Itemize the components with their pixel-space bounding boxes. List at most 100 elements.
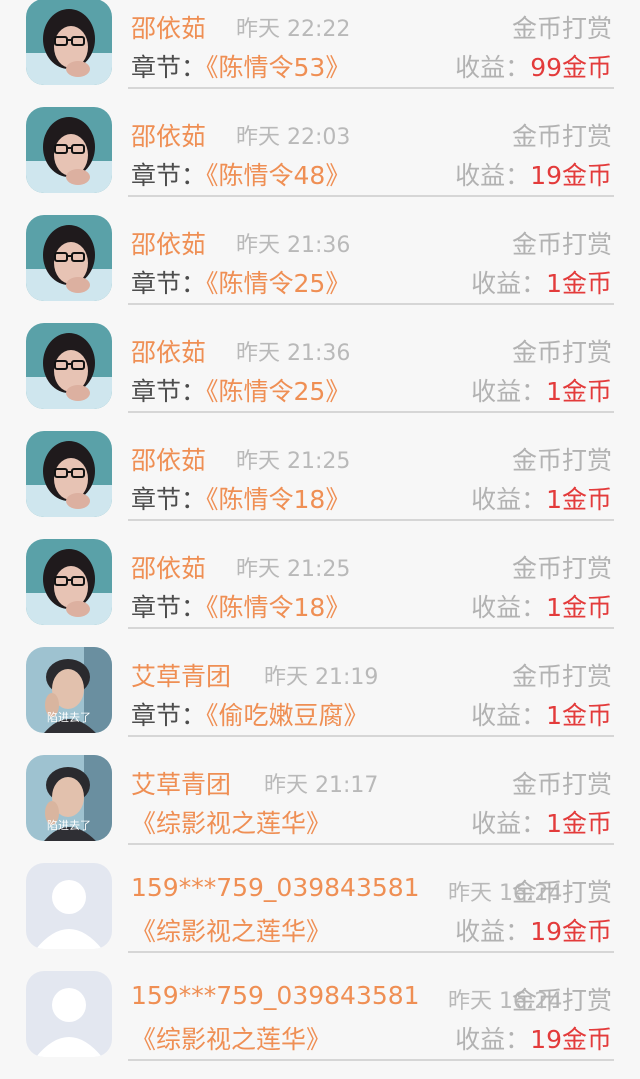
chapter-line: 章节：《陈情令48》 xyxy=(131,156,350,192)
chapter-line: 《综影视之莲华》 xyxy=(131,1020,331,1056)
sender-name: 艾草青团 xyxy=(131,770,232,799)
sender-name: 邵依茹 xyxy=(131,14,207,43)
sender-name: 159***759_039843581 xyxy=(131,873,420,902)
list-item[interactable]: 邵依茹 昨天 21:36 金币打赏 章节：《陈情令25》 收益：1金币 xyxy=(0,323,640,431)
earnings-label: 收益： xyxy=(455,161,531,190)
chapter-line: 章节：《陈情令18》 xyxy=(131,588,350,624)
avatar[interactable] xyxy=(26,431,112,517)
chapter-title[interactable]: 《陈情令48》 xyxy=(206,161,350,190)
earnings-label: 收益： xyxy=(455,917,531,946)
list-item[interactable]: 邵依茹 昨天 21:36 金币打赏 章节：《陈情令25》 收益：1金币 xyxy=(0,215,640,323)
chapter-line: 章节：《偷吃嫩豆腐》 xyxy=(131,696,369,732)
list-item[interactable]: 159***759_039843581 昨天 16:24 金币打赏 《综影视之莲… xyxy=(0,863,640,971)
sender-name: 邵依茹 xyxy=(131,446,207,475)
earnings-value: 1金币 xyxy=(546,809,612,838)
chapter-title[interactable]: 《偷吃嫩豆腐》 xyxy=(206,701,369,730)
avatar[interactable] xyxy=(26,863,112,949)
list-item[interactable]: 陷进去了 艾草青团 昨天 21:19 金币打赏 章节：《偷吃嫩豆腐》 收益：1金… xyxy=(0,647,640,755)
earnings-label: 收益： xyxy=(471,269,547,298)
divider xyxy=(128,843,614,845)
avatar[interactable] xyxy=(26,107,112,193)
reward-type: 金币打赏 xyxy=(511,554,612,583)
chapter-line: 《综影视之莲华》 xyxy=(131,804,331,840)
avatar-caption: 陷进去了 xyxy=(47,819,91,832)
earnings-value: 99金币 xyxy=(530,53,612,82)
avatar[interactable] xyxy=(26,971,112,1057)
reward-type: 金币打赏 xyxy=(511,446,612,475)
list-item[interactable]: 邵依茹 昨天 21:25 金币打赏 章节：《陈情令18》 收益：1金币 xyxy=(0,539,640,647)
chapter-line: 《综影视之莲华》 xyxy=(131,912,331,948)
earnings: 收益：1金币 xyxy=(471,588,612,624)
chapter-title[interactable]: 《陈情令53》 xyxy=(206,53,350,82)
timestamp: 昨天 21:36 xyxy=(236,233,351,258)
divider xyxy=(128,627,614,629)
sender-name: 邵依茹 xyxy=(131,554,207,583)
sender-name: 159***759_039843581 xyxy=(131,981,420,1010)
list-item[interactable]: 邵依茹 昨天 21:25 金币打赏 章节：《陈情令18》 收益：1金币 xyxy=(0,431,640,539)
reward-type: 金币打赏 xyxy=(511,770,612,799)
earnings-label: 收益： xyxy=(471,593,547,622)
earnings: 收益：1金币 xyxy=(471,804,612,840)
chapter-label: 章节： xyxy=(131,701,207,730)
reward-type: 金币打赏 xyxy=(511,122,612,151)
divider xyxy=(128,519,614,521)
chapter-title[interactable]: 《陈情令18》 xyxy=(206,593,350,622)
earnings-value: 19金币 xyxy=(530,917,612,946)
list-item[interactable]: 邵依茹 昨天 22:03 金币打赏 章节：《陈情令48》 收益：19金币 xyxy=(0,107,640,215)
chapter-title[interactable]: 《陈情令25》 xyxy=(206,269,350,298)
chapter-line: 章节：《陈情令25》 xyxy=(131,264,350,300)
earnings: 收益：1金币 xyxy=(471,372,612,408)
earnings: 收益：1金币 xyxy=(471,264,612,300)
sender-name: 邵依茹 xyxy=(131,338,207,367)
list-item[interactable]: 邵依茹 昨天 22:22 金币打赏 章节：《陈情令53》 收益：99金币 xyxy=(0,0,640,107)
divider xyxy=(128,411,614,413)
avatar[interactable] xyxy=(26,215,112,301)
earnings-label: 收益： xyxy=(455,1025,531,1054)
timestamp: 昨天 21:25 xyxy=(236,449,351,474)
reward-type: 金币打赏 xyxy=(511,230,612,259)
chapter-title[interactable]: 《陈情令25》 xyxy=(206,377,350,406)
earnings-value: 1金币 xyxy=(546,701,612,730)
chapter-line: 章节：《陈情令18》 xyxy=(131,480,350,516)
earnings-value: 1金币 xyxy=(546,485,612,514)
earnings: 收益：1金币 xyxy=(471,696,612,732)
timestamp: 昨天 22:22 xyxy=(236,17,351,42)
list-item[interactable]: 陷进去了 艾草青团 昨天 21:17 金币打赏 《综影视之莲华》 收益：1金币 xyxy=(0,755,640,863)
divider xyxy=(128,303,614,305)
reward-list: 邵依茹 昨天 22:22 金币打赏 章节：《陈情令53》 收益：99金币 邵依茹 xyxy=(0,0,640,1062)
chapter-title[interactable]: 《综影视之莲华》 xyxy=(131,809,331,838)
divider xyxy=(128,1059,614,1061)
sender-name: 艾草青团 xyxy=(131,662,232,691)
earnings-label: 收益： xyxy=(471,809,547,838)
earnings-value: 1金币 xyxy=(546,593,612,622)
earnings: 收益：19金币 xyxy=(455,1020,612,1056)
avatar[interactable]: 陷进去了 xyxy=(26,755,112,841)
reward-type: 金币打赏 xyxy=(511,662,612,691)
chapter-title[interactable]: 《陈情令18》 xyxy=(206,485,350,514)
divider xyxy=(128,195,614,197)
earnings-value: 1金币 xyxy=(546,269,612,298)
chapter-title[interactable]: 《综影视之莲华》 xyxy=(131,1025,331,1054)
sender-name: 邵依茹 xyxy=(131,230,207,259)
earnings-value: 19金币 xyxy=(530,1025,612,1054)
earnings: 收益：19金币 xyxy=(455,156,612,192)
earnings-value: 19金币 xyxy=(530,161,612,190)
chapter-title[interactable]: 《综影视之莲华》 xyxy=(131,917,331,946)
timestamp: 昨天 21:36 xyxy=(236,341,351,366)
chapter-label: 章节： xyxy=(131,377,207,406)
earnings: 收益：99金币 xyxy=(455,48,612,84)
avatar-caption: 陷进去了 xyxy=(47,711,91,724)
earnings-label: 收益： xyxy=(455,53,531,82)
avatar[interactable] xyxy=(26,323,112,409)
chapter-label: 章节： xyxy=(131,53,207,82)
avatar[interactable] xyxy=(26,539,112,625)
earnings: 收益：19金币 xyxy=(455,912,612,948)
avatar[interactable]: 陷进去了 xyxy=(26,647,112,733)
timestamp: 昨天 22:03 xyxy=(236,125,351,150)
earnings: 收益：1金币 xyxy=(471,480,612,516)
avatar[interactable] xyxy=(26,0,112,85)
chapter-line: 章节：《陈情令53》 xyxy=(131,48,350,84)
chapter-line: 章节：《陈情令25》 xyxy=(131,372,350,408)
timestamp: 昨天 21:19 xyxy=(264,665,379,690)
chapter-label: 章节： xyxy=(131,593,207,622)
